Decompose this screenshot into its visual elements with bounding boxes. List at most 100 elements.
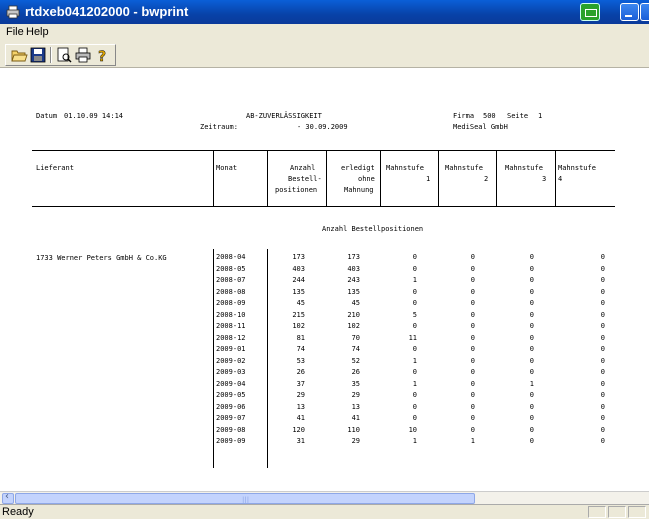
cell-value: 173 bbox=[347, 253, 360, 261]
header-col-divider bbox=[326, 150, 327, 207]
cell-value: 0 bbox=[529, 322, 534, 330]
cell-value: 31 bbox=[296, 437, 305, 445]
header-col-divider bbox=[555, 150, 556, 207]
cell-monat: 2009-07 bbox=[216, 414, 246, 422]
cell-value: 1 bbox=[412, 437, 417, 445]
cell-value: 0 bbox=[412, 391, 417, 399]
cell-value: 37 bbox=[296, 380, 305, 388]
cell-value: 0 bbox=[412, 265, 417, 273]
cell-value: 210 bbox=[347, 311, 360, 319]
cell-value: 29 bbox=[351, 391, 360, 399]
cell-value: 5 bbox=[412, 311, 417, 319]
cell-value: 0 bbox=[529, 253, 534, 261]
cell-value: 0 bbox=[470, 368, 475, 376]
printer-status-icon[interactable] bbox=[580, 3, 600, 21]
cell-value: 0 bbox=[470, 345, 475, 353]
cell-monat: 2008-10 bbox=[216, 311, 246, 319]
window-title: rtdxeb041202000 - bwprint bbox=[25, 4, 189, 19]
cell-value: 0 bbox=[529, 345, 534, 353]
cell-value: 110 bbox=[347, 426, 360, 434]
cell-value: 0 bbox=[529, 311, 534, 319]
header-col-divider bbox=[213, 150, 214, 207]
save-icon[interactable] bbox=[29, 47, 47, 63]
print-preview-icon[interactable] bbox=[55, 47, 73, 63]
supplier-name: 1733 Werner Peters GmbH & Co.KG bbox=[36, 254, 167, 262]
cell-value: 0 bbox=[529, 357, 534, 365]
toolbar: ? bbox=[0, 42, 649, 68]
help-icon[interactable]: ? bbox=[93, 47, 111, 63]
cell-value: 0 bbox=[470, 265, 475, 273]
cell-value: 0 bbox=[600, 334, 605, 342]
printer-icon[interactable] bbox=[74, 47, 92, 63]
status-pane bbox=[628, 506, 646, 518]
zeitraum-label: Zeitraum: bbox=[200, 123, 238, 131]
cell-value: 70 bbox=[351, 334, 360, 342]
status-pane bbox=[588, 506, 606, 518]
cell-value: 1 bbox=[412, 276, 417, 284]
seite-label: Seite bbox=[507, 112, 529, 120]
cell-value: 0 bbox=[470, 276, 475, 284]
cell-value: 0 bbox=[470, 380, 475, 388]
col-erledigt: ohne bbox=[358, 175, 375, 183]
datum-value: 01.10.09 14:14 bbox=[64, 112, 124, 120]
cell-value: 0 bbox=[529, 426, 534, 434]
col-anzahl: Anzahl bbox=[290, 164, 316, 172]
cell-value: 0 bbox=[529, 437, 534, 445]
cell-value: 29 bbox=[351, 437, 360, 445]
report-page[interactable]: Datum 01.10.09 14:14 AB-ZUVERLÄSSIGKEIT … bbox=[0, 68, 649, 491]
horizontal-scrollbar[interactable]: ‹ ||| bbox=[0, 491, 649, 504]
cell-value: 0 bbox=[600, 253, 605, 261]
seite-value: 1 bbox=[538, 112, 543, 120]
cell-monat: 2008-09 bbox=[216, 299, 246, 307]
cell-monat: 2009-04 bbox=[216, 380, 246, 388]
cell-value: 0 bbox=[600, 368, 605, 376]
cell-value: 0 bbox=[600, 414, 605, 422]
zeitraum-value: - 30.09.2009 bbox=[297, 123, 348, 131]
header-top-rule bbox=[32, 150, 615, 151]
cell-monat: 2008-04 bbox=[216, 253, 246, 261]
cell-value: 13 bbox=[296, 403, 305, 411]
scroll-thumb[interactable]: ||| bbox=[15, 493, 475, 504]
cell-value: 41 bbox=[351, 414, 360, 422]
cell-value: 215 bbox=[292, 311, 305, 319]
cell-monat: 2009-08 bbox=[216, 426, 246, 434]
minimize-button[interactable] bbox=[620, 3, 639, 21]
cell-value: 0 bbox=[412, 414, 417, 422]
cell-monat: 2009-01 bbox=[216, 345, 246, 353]
scroll-left-button[interactable]: ‹ bbox=[2, 491, 14, 504]
cell-value: 0 bbox=[529, 368, 534, 376]
cell-value: 0 bbox=[470, 414, 475, 422]
menu-file[interactable]: File bbox=[6, 26, 24, 38]
col-erledigt: erledigt bbox=[341, 164, 375, 172]
col-mahnstufe-3: Mahnstufe bbox=[505, 164, 543, 172]
cell-value: 41 bbox=[296, 414, 305, 422]
open-icon[interactable] bbox=[10, 47, 28, 63]
section-title: Anzahl Bestellpositionen bbox=[322, 225, 424, 233]
body-col-divider bbox=[213, 249, 214, 468]
cell-value: 102 bbox=[292, 322, 305, 330]
cell-value: 0 bbox=[529, 288, 534, 296]
cell-value: 0 bbox=[529, 403, 534, 411]
cell-value: 0 bbox=[529, 276, 534, 284]
cell-value: 135 bbox=[292, 288, 305, 296]
cell-value: 10 bbox=[408, 426, 417, 434]
col-erledigt: Mahnung bbox=[344, 186, 374, 194]
cell-value: 35 bbox=[351, 380, 360, 388]
body-col-divider bbox=[267, 249, 268, 468]
menu-help[interactable]: Help bbox=[26, 26, 49, 38]
cell-monat: 2008-07 bbox=[216, 276, 246, 284]
cell-value: 26 bbox=[296, 368, 305, 376]
cell-value: 13 bbox=[351, 403, 360, 411]
cell-value: 53 bbox=[296, 357, 305, 365]
maximize-button[interactable] bbox=[640, 3, 649, 21]
header-col-divider bbox=[496, 150, 497, 207]
header-col-divider bbox=[438, 150, 439, 207]
cell-value: 0 bbox=[600, 265, 605, 273]
col-lieferant: Lieferant bbox=[36, 164, 74, 172]
chevron-left-icon: ‹ bbox=[5, 491, 9, 502]
cell-value: 74 bbox=[296, 345, 305, 353]
cell-value: 0 bbox=[600, 403, 605, 411]
cell-value: 0 bbox=[412, 288, 417, 296]
cell-value: 0 bbox=[600, 322, 605, 330]
status-bar: Ready bbox=[0, 504, 649, 519]
